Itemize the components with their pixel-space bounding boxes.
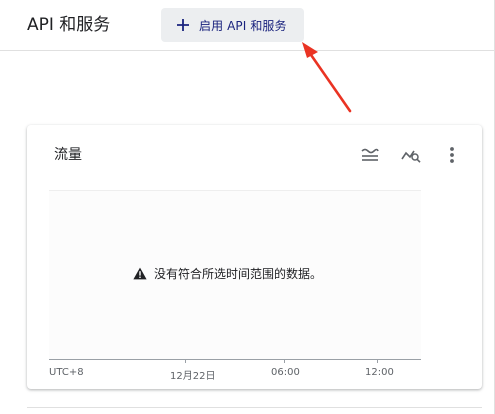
x-axis-tick — [185, 359, 186, 363]
empty-state-message: 没有符合所选时间范围的数据。 — [133, 265, 322, 282]
page-title: API 和服务 — [27, 15, 111, 35]
enable-apis-button-label: 启用 API 和服务 — [199, 18, 287, 33]
more-vert-icon[interactable] — [440, 143, 464, 167]
traffic-card: 流量 没有符合所选时间范围的数据。 UTC+8 12月22日 06:00 12:… — [27, 125, 482, 389]
page-header: API 和服务 启用 API 和服务 — [0, 0, 494, 51]
enable-apis-button[interactable]: 启用 API 和服务 — [161, 8, 304, 42]
next-card-edge — [27, 407, 482, 408]
x-axis-tick-label: 12月22日 — [170, 371, 216, 382]
traffic-card-title: 流量 — [54, 147, 82, 163]
x-axis-tick — [284, 359, 285, 363]
x-axis-timezone-label: UTC+8 — [49, 367, 84, 378]
x-axis-tick — [377, 359, 378, 363]
x-axis-tick-label: 12:00 — [365, 367, 394, 378]
plus-icon — [177, 19, 189, 31]
legend-icon[interactable] — [358, 143, 382, 167]
warning-icon — [133, 267, 147, 280]
x-axis-tick-label: 06:00 — [271, 367, 300, 378]
x-axis-line — [49, 359, 421, 360]
empty-state-text: 没有符合所选时间范围的数据。 — [154, 267, 323, 281]
explore-chart-icon[interactable] — [399, 143, 423, 167]
api-services-page: API 和服务 启用 API 和服务 流量 没有符合所选时间范围的数据。 UTC… — [0, 0, 495, 414]
